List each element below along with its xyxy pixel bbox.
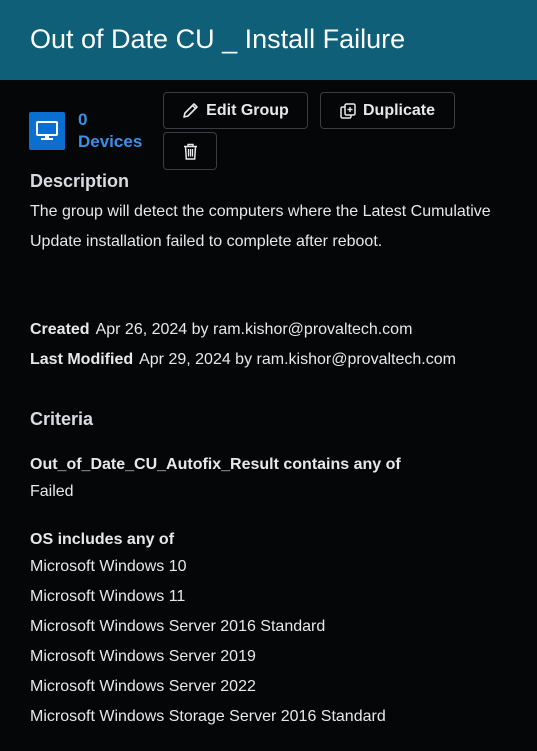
modified-value: Apr 29, 2024 by ram.kishor@provaltech.co… [139, 351, 456, 368]
duplicate-label: Duplicate [362, 101, 435, 119]
created-label: Created [30, 321, 90, 338]
page-title: Out of Date CU _ Install Failure [30, 24, 406, 54]
criteria-heading: Criteria [30, 409, 94, 429]
delete-button[interactable] [163, 132, 217, 170]
list-item: Microsoft Windows Server 2019 [30, 648, 256, 665]
description-text: The group will detect the computers wher… [30, 203, 491, 250]
list-item: Microsoft Windows 10 [30, 558, 187, 575]
criteria-rule-value: Failed [30, 483, 74, 500]
page-header: Out of Date CU _ Install Failure [0, 0, 537, 80]
list-item: Microsoft Windows Server 2022 [30, 678, 256, 695]
modified-label: Last Modified [30, 351, 134, 368]
duplicate-button[interactable]: Duplicate [320, 92, 455, 129]
description-heading: Description [30, 171, 130, 191]
criteria-rule-label: OS includes any of [30, 531, 175, 548]
modified-meta: Last Modified Apr 29, 2024 by ram.kishor@… [30, 351, 456, 369]
list-item: Microsoft Windows Server 2016 Standard [30, 618, 326, 635]
devices-link[interactable]: 0 Devices [78, 109, 142, 153]
list-item: Microsoft Windows Storage Server 2016 St… [30, 708, 386, 725]
device-count[interactable]: 0 [78, 109, 142, 131]
edit-group-button[interactable]: Edit Group [163, 92, 308, 129]
duplicate-icon [340, 102, 356, 119]
pencil-icon [182, 102, 199, 119]
monitor-icon [36, 121, 58, 140]
trash-icon [183, 143, 198, 160]
created-value: Apr 26, 2024 by ram.kishor@provaltech.co… [95, 321, 413, 338]
edit-group-label: Edit Group [206, 101, 289, 119]
criteria-rule-label: Out_of_Date_CU_Autofix_Result contains a… [30, 456, 401, 473]
device-label[interactable]: Devices [78, 131, 142, 153]
list-item: Microsoft Windows 11 [30, 588, 186, 605]
device-summary-icon [29, 112, 65, 150]
os-value-list: Microsoft Windows 10 Microsoft Windows 1… [30, 552, 386, 732]
created-meta: Created Apr 26, 2024 by ram.kishor@proval… [30, 321, 412, 339]
